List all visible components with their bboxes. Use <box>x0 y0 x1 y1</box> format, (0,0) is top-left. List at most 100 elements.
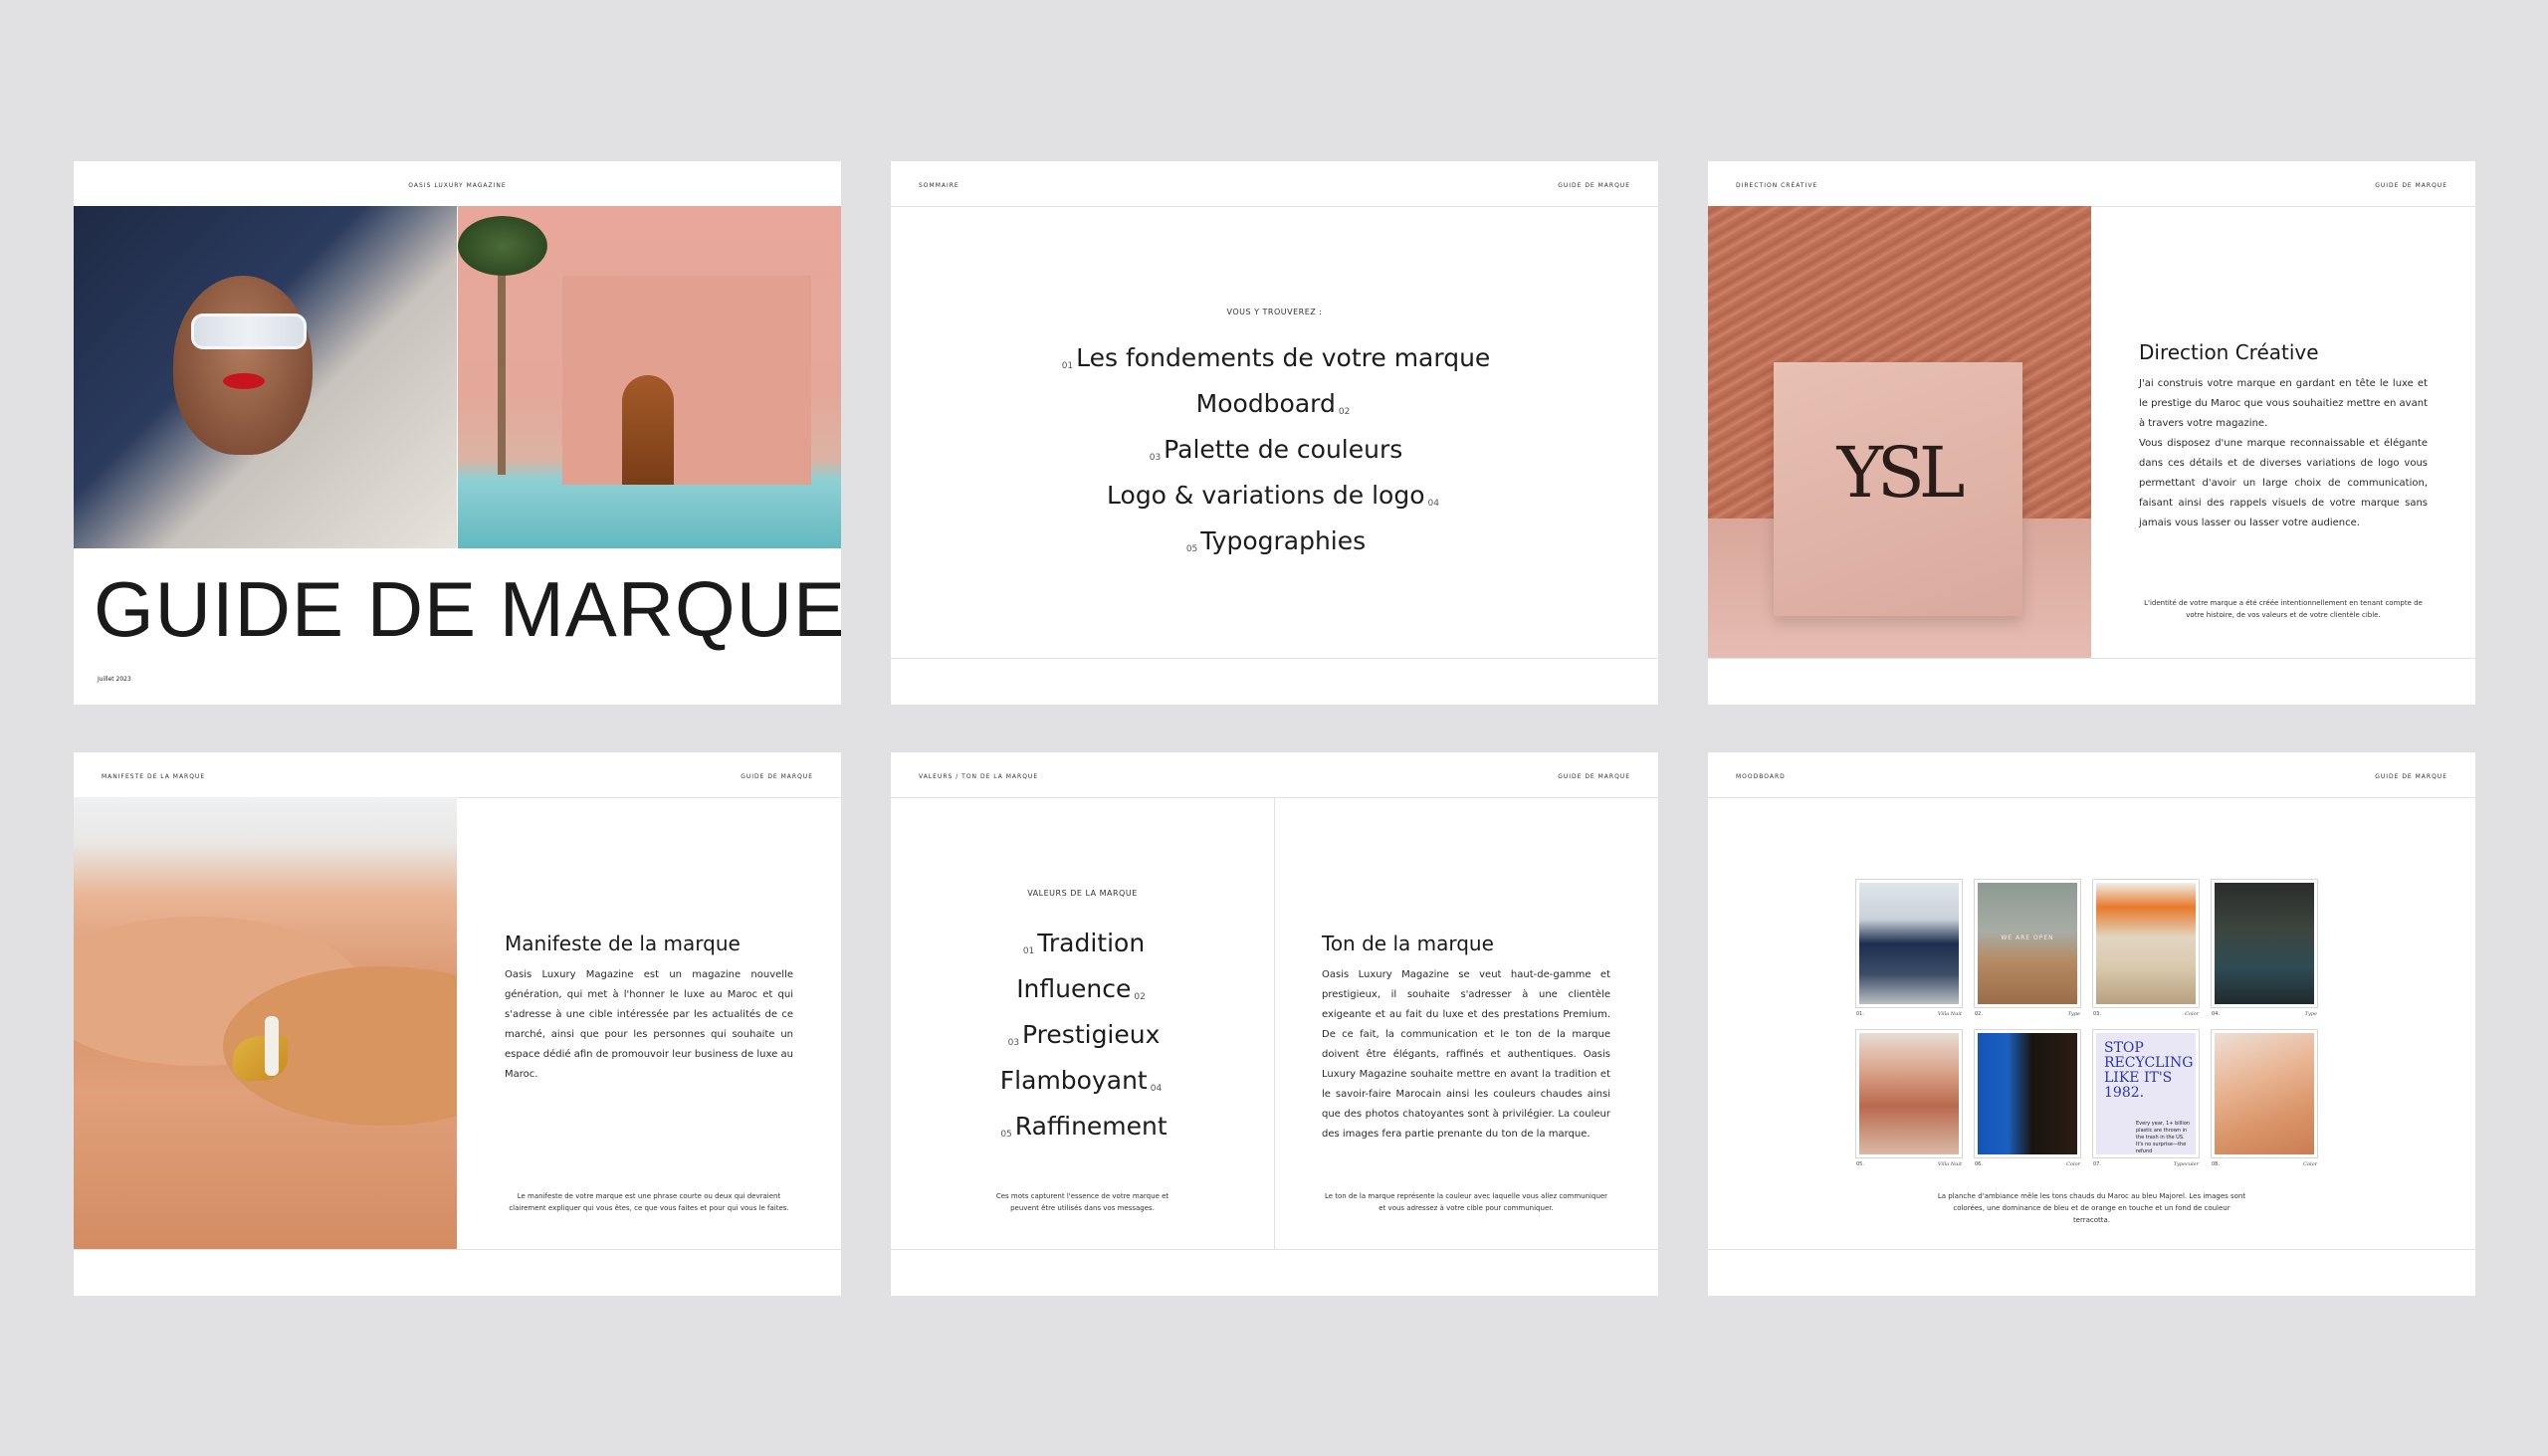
portrait-earring-image <box>1978 1033 2077 1154</box>
tile-tag: Color <box>2066 1161 2080 1167</box>
tile-tag: Color <box>2185 1011 2199 1017</box>
section-title: Direction Créative <box>2139 340 2319 364</box>
value-item: Influence 02 <box>891 974 1274 1003</box>
slide-header: VALEURS / TON DE LA MARQUE GUIDE DE MARQ… <box>891 752 1658 798</box>
value-number: 04 <box>1150 1084 1163 1094</box>
section-body: J'ai construis votre marque en gardant e… <box>2139 378 2428 429</box>
cover-portrait-image <box>74 206 457 548</box>
header-right: GUIDE DE MARQUE <box>741 773 813 780</box>
toc-number: 02 <box>1338 407 1351 417</box>
moodboard-tile[interactable]: WE ARE OPEN 02. Type <box>1974 879 2081 1017</box>
door-shape <box>622 375 674 485</box>
value-number: 02 <box>1134 992 1146 1002</box>
toc-label: Logo & variations de logo <box>1107 481 1425 510</box>
toc-label: Typographies <box>1200 526 1367 555</box>
resort-pool-image <box>2215 883 2314 1004</box>
moodboard-tile[interactable]: 05. Villa Nuit <box>1855 1029 1963 1167</box>
poster-body: Every year, 1+ billion plastic are throw… <box>2136 1121 2191 1154</box>
moodboard-tile[interactable]: 04. Type <box>2211 879 2318 1017</box>
face-shape <box>173 276 313 455</box>
mosque-door-image <box>1859 883 1959 1004</box>
toc-label: Moodboard <box>1195 389 1336 418</box>
ysl-wall-image: YSL <box>1708 206 2091 658</box>
slide-header: OASIS LUXURY MAGAZINE <box>74 161 841 207</box>
section-body: Vous disposez d'une marque reconnaissabl… <box>2139 438 2428 528</box>
section-note: L'identité de votre marque a été créée i… <box>2144 599 2423 619</box>
moodboard-tile[interactable]: 03. Color <box>2092 879 2200 1017</box>
toc-item[interactable]: 05 Typographies <box>891 526 1658 555</box>
recycling-poster-image: STOP RECYCLING LIKE IT'S 1982. Every yea… <box>2096 1033 2196 1154</box>
value-item: Flamboyant 04 <box>891 1066 1274 1095</box>
slide-cover[interactable]: OASIS LUXURY MAGAZINE GUIDE DE MARQUE Ju… <box>74 161 841 705</box>
section-title: Manifeste de la marque <box>505 932 741 955</box>
toc-item[interactable]: Moodboard 02 <box>891 389 1658 418</box>
header-left: SOMMAIRE <box>919 182 959 189</box>
tile-number: 08. <box>2212 1161 2220 1167</box>
footer-divider <box>891 1249 1658 1250</box>
scarf-shape <box>233 1036 288 1081</box>
tile-tag: Villa Nuit <box>1937 1161 1962 1167</box>
value-item: 01 Tradition <box>891 929 1274 957</box>
parasol-image: WE ARE OPEN <box>1978 883 2077 1004</box>
poster-headline: STOP RECYCLING LIKE IT'S 1982. <box>2104 1040 2194 1101</box>
section-note: Le ton de la marque représente la couleu… <box>1324 1192 1608 1212</box>
lips-shape <box>223 373 265 389</box>
header-left: MOODBOARD <box>1736 773 1786 780</box>
tile-number: 04. <box>2212 1011 2220 1017</box>
terracotta-wall-image <box>1859 1033 1959 1154</box>
fashion-hat-image <box>2096 883 2196 1004</box>
toc-number: 01 <box>1061 361 1074 371</box>
cover-date: Juillet 2023 <box>98 676 131 683</box>
value-item: 05 Raffinement <box>891 1112 1274 1141</box>
footer-divider <box>891 658 1658 659</box>
slide-direction-creative[interactable]: DIRECTION CRÉATIVE GUIDE DE MARQUE YSL D… <box>1708 161 2475 705</box>
tile-tag: Type <box>2304 1011 2317 1017</box>
toc-item[interactable]: 01 Les fondements de votre marque <box>891 343 1658 372</box>
tile-number: 07. <box>2093 1161 2101 1167</box>
tile-number: 03. <box>2093 1011 2101 1017</box>
moodboard-tile[interactable]: 06. Color <box>1974 1029 2081 1167</box>
moodboard-tile[interactable]: STOP RECYCLING LIKE IT'S 1982. Every yea… <box>2092 1029 2200 1167</box>
slide-header: DIRECTION CRÉATIVE GUIDE DE MARQUE <box>1708 161 2475 207</box>
moodboard-tile[interactable]: 08. Color <box>2211 1029 2318 1167</box>
tile-number: 02. <box>1975 1011 1983 1017</box>
ysl-logo-icon: YSL <box>1836 432 1966 514</box>
section-note: Le manifeste de votre marque est une phr… <box>509 1192 789 1212</box>
toc-item[interactable]: 03 Palette de couleurs <box>891 435 1658 464</box>
value-label: Raffinement <box>1014 1112 1168 1141</box>
figure-shape <box>265 1016 279 1076</box>
palm-fronds-shape <box>458 216 547 276</box>
value-label: Influence <box>1016 974 1132 1003</box>
moodboard-tile[interactable]: 01. Villa Nuit <box>1855 879 1963 1017</box>
slide-moodboard[interactable]: MOODBOARD GUIDE DE MARQUE 01. Villa Nuit… <box>1708 752 2475 1296</box>
toc-item[interactable]: Logo & variations de logo 04 <box>891 481 1658 510</box>
value-number: 05 <box>1000 1130 1012 1140</box>
value-label: Tradition <box>1037 929 1146 957</box>
section-title: Ton de la marque <box>1322 932 1494 955</box>
header-right: GUIDE DE MARQUE <box>1558 773 1630 780</box>
value-number: 03 <box>1007 1038 1020 1048</box>
header-title: OASIS LUXURY MAGAZINE <box>408 182 507 189</box>
column-divider <box>1274 797 1275 1250</box>
values-note: Ces mots capturent l'essence de votre ma… <box>995 1192 1169 1212</box>
cover-architecture-image <box>458 206 841 548</box>
slide-manifeste[interactable]: MANIFESTE DE LA MARQUE GUIDE DE MARQUE M… <box>74 752 841 1296</box>
tile-tag: Color <box>2303 1161 2317 1167</box>
tile-tag: Type <box>2067 1011 2080 1017</box>
value-number: 01 <box>1022 946 1035 956</box>
slide-valeurs[interactable]: VALEURS / TON DE LA MARQUE GUIDE DE MARQ… <box>891 752 1658 1296</box>
header-left: DIRECTION CRÉATIVE <box>1736 182 1818 189</box>
slide-header: SOMMAIRE GUIDE DE MARQUE <box>891 161 1658 207</box>
tile-number: 06. <box>1975 1161 1983 1167</box>
slide-sommaire[interactable]: SOMMAIRE GUIDE DE MARQUE VOUS Y TROUVERE… <box>891 161 1658 705</box>
desert-image <box>74 797 457 1249</box>
desert-tree-image <box>2215 1033 2314 1154</box>
section-body: Oasis Luxury Magazine est un magazine no… <box>505 969 793 1080</box>
tile-number: 01. <box>1856 1011 1864 1017</box>
toc-label: Les fondements de votre marque <box>1076 343 1491 372</box>
footer-divider <box>1708 1249 2475 1250</box>
logo-panel: YSL <box>1774 362 2022 616</box>
toc-number: 04 <box>1427 499 1439 509</box>
toc-eyebrow: VOUS Y TROUVEREZ : <box>1226 308 1323 316</box>
header-right: GUIDE DE MARQUE <box>1558 182 1630 189</box>
